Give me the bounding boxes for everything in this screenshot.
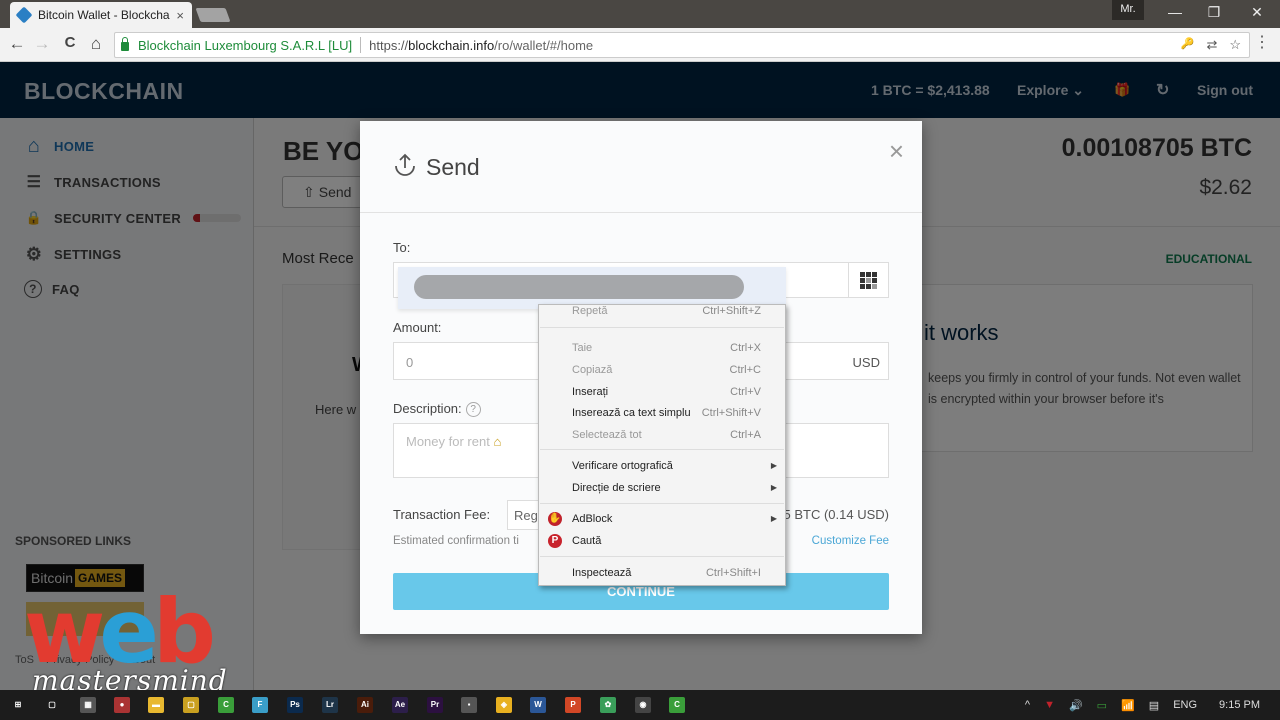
taskbar-app-8-icon[interactable]: F bbox=[252, 697, 268, 713]
address-bar[interactable]: Blockchain Luxembourg S.A.R.L [LU] https… bbox=[114, 32, 1250, 58]
taskbar-word-icon[interactable]: W bbox=[530, 697, 546, 713]
url-host: blockchain.info bbox=[408, 37, 495, 53]
minimize-button[interactable]: — bbox=[1165, 4, 1185, 20]
new-tab-button[interactable] bbox=[195, 8, 231, 22]
menu-item-paste[interactable]: Inserați Ctrl+V bbox=[539, 382, 785, 402]
upload-icon bbox=[395, 153, 415, 176]
taskbar-app-18-icon[interactable]: ✿ bbox=[600, 697, 616, 713]
menu-separator bbox=[540, 327, 784, 328]
pinterest-icon: P bbox=[548, 534, 562, 548]
reload-button[interactable]: C bbox=[59, 34, 81, 51]
home-button[interactable]: ⌂ bbox=[85, 34, 107, 54]
estimated-confirmation: Estimated confirmation ti bbox=[393, 535, 519, 547]
ev-certificate-name: Blockchain Luxembourg S.A.R.L [LU] bbox=[138, 37, 353, 53]
amount-label: Amount: bbox=[393, 320, 442, 335]
to-label: To: bbox=[393, 240, 411, 255]
browser-tab[interactable]: Bitcoin Wallet - Blockcha × bbox=[10, 2, 192, 28]
taskbar-illustrator-icon[interactable]: Ai bbox=[357, 697, 373, 713]
menu-item-search-pinterest[interactable]: P Caută bbox=[539, 531, 785, 551]
restore-button[interactable]: ❐ bbox=[1204, 4, 1224, 21]
taskbar-photoshop-icon[interactable]: Ps bbox=[287, 697, 303, 713]
modal-title: Send bbox=[426, 154, 480, 180]
description-placeholder: Money for rent ⌂ bbox=[406, 434, 502, 449]
key-icon[interactable]: 🔑 bbox=[1181, 37, 1195, 53]
menu-item-adblock[interactable]: ✋ AdBlock ▶ bbox=[539, 509, 785, 529]
help-icon[interactable]: ? bbox=[465, 402, 481, 418]
tab-title: Bitcoin Wallet - Blockcha bbox=[38, 8, 170, 22]
close-window-button[interactable]: ✕ bbox=[1247, 4, 1267, 21]
qr-scan-button[interactable] bbox=[848, 263, 888, 297]
house-icon: ⌂ bbox=[493, 434, 502, 449]
menu-separator bbox=[540, 556, 784, 557]
taskbar-lightroom-icon[interactable]: Lr bbox=[322, 697, 338, 713]
description-label: Description:? bbox=[393, 401, 481, 418]
context-menu: Repetă Ctrl+Shift+Z Taie Ctrl+X Copiază Ctr… bbox=[538, 304, 786, 586]
antivirus-icon[interactable]: ▼ bbox=[1044, 699, 1055, 711]
adblock-icon: ✋ bbox=[548, 512, 562, 526]
taskbar-task-view-icon[interactable]: ▢ bbox=[44, 697, 60, 713]
modal-header: Send × bbox=[360, 121, 922, 213]
menu-item-paste-plain[interactable]: Inserează ca text simplu Ctrl+Shift+V bbox=[539, 403, 785, 423]
profile-button[interactable]: Mr. bbox=[1112, 0, 1144, 20]
bookmark-star-icon[interactable]: ☆ bbox=[1229, 37, 1241, 53]
menu-item-inspect[interactable]: Inspectează Ctrl+Shift+I bbox=[539, 563, 785, 583]
taskbar-camtasia-2-icon[interactable]: C bbox=[669, 697, 685, 713]
qr-code-icon bbox=[860, 271, 877, 289]
customize-fee-link[interactable]: Customize Fee bbox=[812, 535, 889, 547]
taskbar-camtasia-icon[interactable]: C bbox=[218, 697, 234, 713]
taskbar-file-explorer-icon[interactable]: ▬ bbox=[148, 697, 164, 713]
tab-close-icon[interactable]: × bbox=[176, 8, 184, 23]
amount-currency: USD bbox=[852, 355, 880, 370]
menu-item-cut[interactable]: Taie Ctrl+X bbox=[539, 338, 785, 358]
submenu-arrow-icon: ▶ bbox=[770, 514, 777, 523]
notifications-icon[interactable]: ▤ bbox=[1149, 699, 1159, 712]
watermark-logo: web bbox=[24, 588, 216, 676]
forward-button[interactable]: → bbox=[31, 34, 53, 54]
menu-separator bbox=[540, 503, 784, 504]
taskbar-calculator-icon[interactable]: ▦ bbox=[80, 697, 96, 713]
menu-item-spellcheck[interactable]: Verificare ortografică ▶ bbox=[539, 456, 785, 476]
blockchain-favicon-icon bbox=[15, 6, 33, 24]
windows-taskbar: ^ ▼ 🔊 ▭ 📶 ▤ ENG 9:15 PM ⊞ ▢ ▦ ● ▬ ▢ C F Ps Lr Ai Ae… bbox=[0, 690, 1280, 720]
tray-chevron-icon[interactable]: ^ bbox=[1025, 699, 1030, 711]
taskbar-app-15-icon[interactable]: ◈ bbox=[496, 697, 512, 713]
menu-item-select-all[interactable]: Selectează tot Ctrl+A bbox=[539, 425, 785, 445]
close-icon[interactable]: × bbox=[889, 138, 904, 164]
menu-item-redo[interactable]: Repetă Ctrl+Shift+Z bbox=[539, 301, 785, 321]
redacted-address bbox=[414, 275, 744, 299]
browser-titlebar: Bitcoin Wallet - Blockcha × Mr. — ❐ ✕ bbox=[0, 0, 1280, 28]
description-label-text: Description: bbox=[393, 401, 462, 416]
taskbar-app-14-icon[interactable]: ▪ bbox=[461, 697, 477, 713]
amount-value: 0 bbox=[406, 355, 414, 370]
address-separator bbox=[360, 37, 362, 53]
translate-icon[interactable]: ⇄ bbox=[1206, 37, 1217, 53]
url-path: /ro/wallet/#/home bbox=[494, 37, 594, 53]
taskbar-after-effects-icon[interactable]: Ae bbox=[392, 697, 408, 713]
submenu-arrow-icon: ▶ bbox=[770, 461, 777, 470]
taskbar-app-6-icon[interactable]: ▢ bbox=[183, 697, 199, 713]
menu-item-copy[interactable]: Copiază Ctrl+C bbox=[539, 360, 785, 380]
browser-toolbar: ← → C ⌂ Blockchain Luxembourg S.A.R.L [L… bbox=[0, 28, 1280, 62]
menu-separator bbox=[540, 449, 784, 450]
volume-icon[interactable]: 🔊 bbox=[1069, 699, 1083, 712]
fee-amount: 5 BTC (0.14 USD) bbox=[783, 507, 889, 522]
taskbar-chrome-icon[interactable]: ◉ bbox=[635, 697, 651, 713]
menu-item-writing-direction[interactable]: Direcție de scriere ▶ bbox=[539, 478, 785, 498]
system-tray: ^ ▼ 🔊 ▭ 📶 ▤ ENG 9:15 PM bbox=[1025, 690, 1280, 720]
taskbar-powerpoint-icon[interactable]: P bbox=[565, 697, 581, 713]
language-indicator[interactable]: ENG bbox=[1173, 699, 1197, 711]
url-scheme: https:// bbox=[369, 37, 409, 53]
battery-icon[interactable]: ▭ bbox=[1097, 699, 1107, 712]
clock[interactable]: 9:15 PM bbox=[1219, 699, 1260, 711]
taskbar-app-4-icon[interactable]: ● bbox=[114, 697, 130, 713]
transaction-fee-label: Transaction Fee: bbox=[393, 507, 491, 522]
taskbar-premiere-icon[interactable]: Pr bbox=[427, 697, 443, 713]
submenu-arrow-icon: ▶ bbox=[770, 483, 777, 492]
wifi-icon[interactable]: 📶 bbox=[1121, 699, 1135, 712]
back-button[interactable]: ← bbox=[6, 34, 28, 54]
browser-menu-icon[interactable]: ⋮ bbox=[1254, 35, 1270, 51]
taskbar-start-icon[interactable]: ⊞ bbox=[10, 697, 26, 713]
secure-lock-icon bbox=[121, 36, 129, 51]
